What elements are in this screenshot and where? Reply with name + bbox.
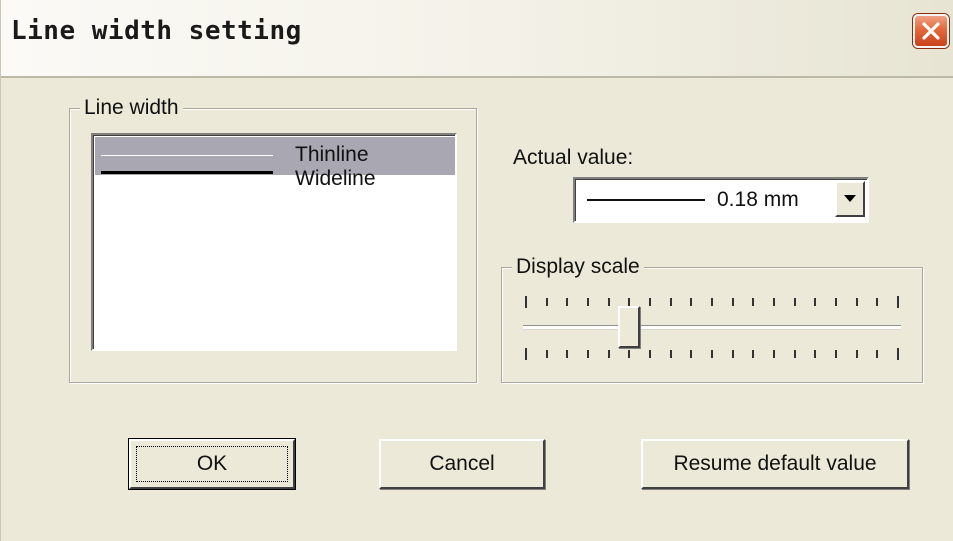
- slider-tick: [731, 298, 734, 306]
- slider-tick: [855, 298, 858, 306]
- slider-tick: [876, 298, 879, 306]
- actual-value-dropdown[interactable]: 0.18 mm: [573, 177, 869, 223]
- slider-tick: [835, 350, 837, 358]
- slider-ticks-bottom: [517, 348, 903, 360]
- line-width-group-label: Line width: [80, 96, 183, 120]
- slider-ticks-top: [517, 296, 903, 308]
- window-title: Line width setting: [11, 16, 302, 46]
- actual-value-text: 0.18 mm: [717, 188, 799, 211]
- slider-tick: [876, 350, 879, 358]
- slider-track: [523, 325, 901, 330]
- slider-tick: [587, 350, 589, 358]
- slider-tick: [897, 348, 899, 360]
- slider-tick: [690, 350, 693, 358]
- close-icon: [922, 22, 940, 40]
- slider-tick: [669, 350, 672, 358]
- wide-line-sample: [101, 171, 273, 174]
- list-item-label: Wideline: [295, 167, 376, 190]
- slider-tick: [525, 296, 527, 308]
- resume-default-button[interactable]: Resume default value: [641, 439, 909, 489]
- slider-tick: [855, 350, 858, 358]
- slider-tick: [607, 350, 610, 358]
- focus-rectangle: [136, 446, 288, 482]
- slider-tick: [587, 298, 589, 306]
- slider-tick: [525, 348, 527, 360]
- list-item-label: Thinline: [295, 143, 369, 166]
- slider-tick: [690, 298, 693, 306]
- slider-tick: [731, 350, 734, 358]
- slider-tick: [835, 298, 837, 306]
- dropdown-arrow-button[interactable]: [835, 181, 865, 217]
- slider-tick: [607, 298, 610, 306]
- ok-button[interactable]: OK: [129, 439, 295, 489]
- slider-tick: [773, 298, 775, 306]
- resume-default-button-label: Resume default value: [673, 452, 877, 475]
- slider-tick: [545, 350, 548, 358]
- cancel-button[interactable]: Cancel: [379, 439, 545, 489]
- cancel-button-label: Cancel: [429, 452, 495, 475]
- slider-tick: [814, 298, 817, 306]
- list-item-wideline[interactable]: Wideline: [95, 167, 455, 213]
- slider-tick: [773, 350, 775, 358]
- slider-tick: [628, 350, 631, 358]
- slider-tick: [752, 350, 755, 358]
- slider-tick: [793, 298, 796, 306]
- close-button[interactable]: [913, 14, 949, 48]
- slider-tick: [897, 296, 899, 308]
- list-item-thinline[interactable]: Thinline: [95, 137, 455, 175]
- display-scale-slider[interactable]: [517, 290, 903, 366]
- line-preview: [587, 199, 705, 201]
- dialog-window: Line width setting Line width Thinline W…: [0, 0, 953, 541]
- slider-tick: [752, 298, 755, 306]
- slider-tick: [628, 298, 631, 306]
- title-bar[interactable]: Line width setting: [1, 0, 953, 78]
- slider-tick: [566, 350, 569, 358]
- thin-line-sample: [101, 155, 273, 156]
- slider-tick: [649, 350, 651, 358]
- slider-tick: [711, 298, 713, 306]
- slider-tick: [669, 298, 672, 306]
- slider-tick: [545, 298, 548, 306]
- line-width-list[interactable]: Thinline Wideline: [91, 133, 457, 351]
- slider-tick: [566, 298, 569, 306]
- slider-thumb[interactable]: [618, 306, 641, 348]
- display-scale-group-label: Display scale: [512, 255, 644, 279]
- actual-value-label: Actual value:: [513, 146, 634, 169]
- slider-tick: [814, 350, 817, 358]
- slider-tick: [649, 298, 651, 306]
- slider-tick: [793, 350, 796, 358]
- slider-tick: [711, 350, 713, 358]
